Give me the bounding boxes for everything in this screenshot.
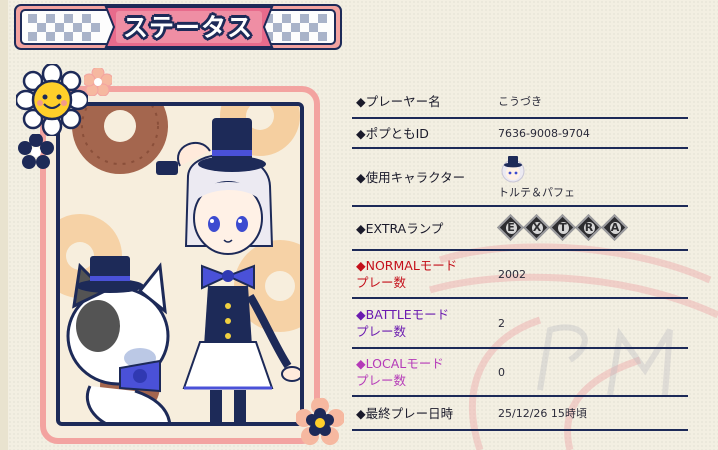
page-edge bbox=[0, 0, 8, 450]
status-row-battle-plays: ◆BATTLEモード プレー数 2 bbox=[352, 299, 688, 349]
character-avatar-icon bbox=[501, 156, 525, 183]
friend-id-value: 7636-9008-9704 bbox=[498, 126, 590, 140]
extra-lamp-icon: T bbox=[549, 214, 576, 241]
status-row-player-name: ◆プレーヤー名 こうづき bbox=[352, 85, 688, 119]
navy-flower-icon bbox=[18, 134, 54, 169]
status-row-extra-lamp: ◆EXTRAランプ E X T R A bbox=[352, 207, 688, 251]
normal-plays-value: 2002 bbox=[498, 267, 526, 281]
local-plays-label: ◆LOCALモード プレー数 bbox=[356, 356, 444, 388]
status-banner: ステータス bbox=[14, 3, 344, 51]
player-name-label: ◆プレーヤー名 bbox=[356, 93, 441, 109]
sun-flower-icon bbox=[16, 64, 88, 136]
status-row-normal-plays: ◆NORMALモード プレー数 2002 bbox=[352, 251, 688, 299]
battle-plays-label: ◆BATTLEモード プレー数 bbox=[356, 307, 450, 339]
status-row-friend-id: ◆ポプともID 7636-9008-9704 bbox=[352, 119, 688, 149]
character-value: トルテ＆パフェ bbox=[498, 154, 688, 200]
last-played-value: 25/12/26 15時頃 bbox=[498, 406, 587, 420]
character-name: トルテ＆パフェ bbox=[498, 186, 575, 199]
extra-lamp-icon: X bbox=[523, 214, 550, 241]
character-illustration bbox=[60, 106, 300, 422]
navy-flower-icon bbox=[296, 398, 344, 445]
status-table: ◆プレーヤー名 こうづき ◆ポプともID 7636-9008-9704 ◆使用キ… bbox=[352, 85, 688, 431]
status-row-local-plays: ◆LOCALモード プレー数 0 bbox=[352, 349, 688, 397]
status-row-character: ◆使用キャラクター トルテ＆パフェ bbox=[352, 149, 688, 207]
page-title: ステータス bbox=[122, 13, 253, 42]
character-portrait bbox=[56, 102, 304, 426]
orange-flower-icon bbox=[84, 68, 112, 96]
player-name-value: こうづき bbox=[498, 94, 542, 108]
extra-lamp-icon: A bbox=[601, 214, 628, 241]
battle-plays-value: 2 bbox=[498, 316, 505, 330]
extra-lamp-label: ◆EXTRAランプ bbox=[356, 220, 444, 236]
status-row-last-played: ◆最終プレー日時 25/12/26 15時頃 bbox=[352, 397, 688, 431]
extra-lamp-icon: R bbox=[575, 214, 602, 241]
character-label: ◆使用キャラクター bbox=[356, 169, 466, 185]
extra-lamp-value: E X T R A bbox=[497, 214, 688, 241]
normal-plays-label: ◆NORMALモード プレー数 bbox=[356, 258, 458, 290]
portrait-frame bbox=[40, 86, 320, 444]
extra-lamp-icon: E bbox=[497, 214, 524, 241]
last-played-label: ◆最終プレー日時 bbox=[356, 405, 454, 421]
friend-id-label: ◆ポプともID bbox=[356, 125, 429, 141]
local-plays-value: 0 bbox=[498, 365, 505, 379]
